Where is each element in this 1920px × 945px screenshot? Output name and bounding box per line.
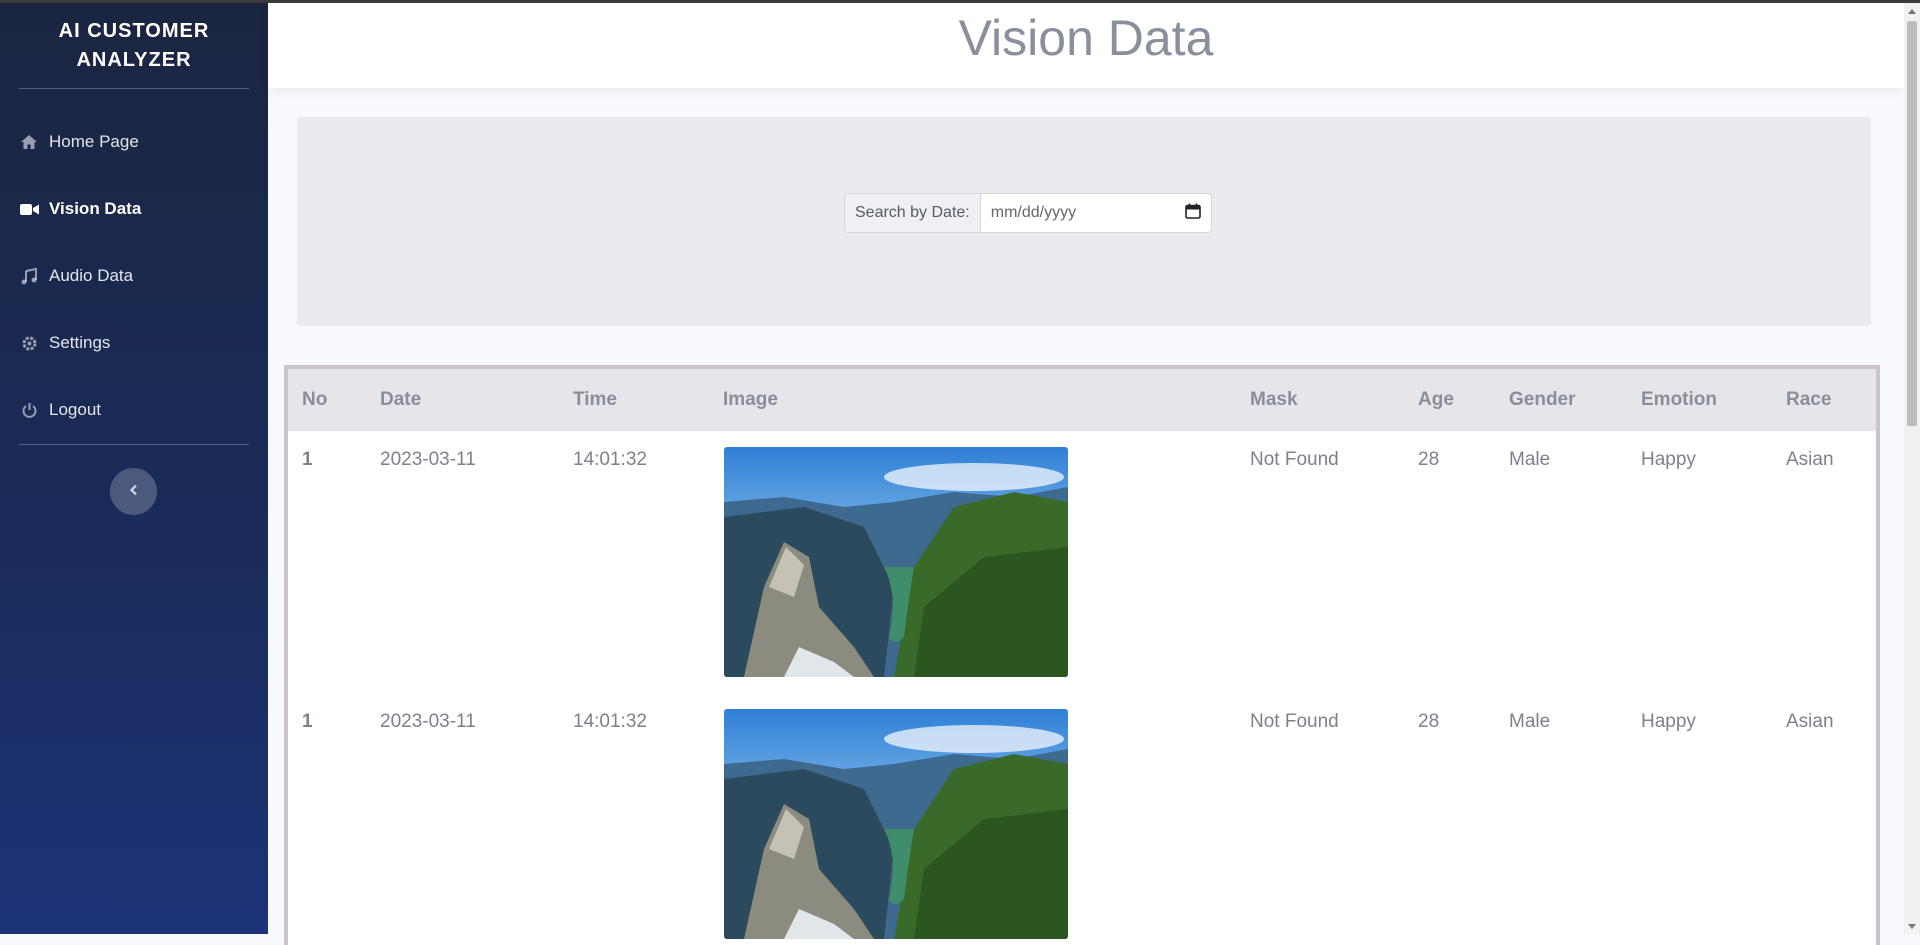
- sidebar-item-label: Audio Data: [49, 266, 134, 285]
- gear-icon: [19, 333, 39, 353]
- sidebar-toggle-button[interactable]: [110, 468, 157, 515]
- cell-race: Asian: [1786, 449, 1834, 470]
- scroll-up-arrow-icon[interactable]: [1904, 3, 1920, 19]
- search-by-date-label: Search by Date:: [845, 194, 981, 232]
- cell-emotion: Happy: [1641, 449, 1696, 470]
- cell-race: Asian: [1786, 711, 1834, 732]
- date-input[interactable]: mm/dd/yyyy: [981, 194, 1211, 232]
- app-brand[interactable]: AI CUSTOMER ANALYZER: [0, 17, 268, 75]
- mountain-fjord-photo[interactable]: [724, 709, 1068, 939]
- table-header-row: No Date Time Image Mask Age Gender Emoti…: [288, 369, 1876, 431]
- date-search-group: Search by Date: mm/dd/yyyy: [844, 193, 1212, 233]
- brand-line-2: ANALYZER: [76, 49, 192, 71]
- cell-emotion: Happy: [1641, 711, 1696, 732]
- cell-gender: Male: [1509, 711, 1551, 732]
- home-icon: [19, 132, 39, 152]
- music-note-icon: [19, 266, 39, 286]
- chevron-left-icon: [129, 483, 139, 501]
- column-header-image: Image: [723, 389, 778, 410]
- mountain-fjord-photo[interactable]: [724, 447, 1068, 677]
- cell-age: 28: [1418, 449, 1440, 470]
- sidebar-item-label: Settings: [49, 333, 111, 352]
- sidebar-divider: [19, 444, 249, 445]
- cell-date: 2023-03-11: [380, 711, 476, 732]
- cell-time: 14:01:32: [573, 449, 647, 470]
- sidebar-divider: [19, 88, 249, 89]
- sidebar-item-audio-data[interactable]: Audio Data: [19, 256, 249, 296]
- calendar-icon[interactable]: [1184, 203, 1201, 224]
- column-header-age: Age: [1418, 389, 1454, 410]
- cell-time: 14:01:32: [573, 711, 647, 732]
- cell-no: 1: [302, 449, 313, 470]
- date-placeholder: mm/dd/yyyy: [990, 204, 1077, 221]
- cell-gender: Male: [1509, 449, 1551, 470]
- column-header-date: Date: [380, 389, 422, 410]
- sidebar-item-label: Vision Data: [49, 199, 142, 218]
- scroll-down-arrow-icon[interactable]: [1904, 918, 1920, 934]
- sidebar-item-settings[interactable]: Settings: [19, 323, 249, 363]
- sidebar-item-label: Home Page: [49, 132, 139, 151]
- search-panel: Search by Date: mm/dd/yyyy: [297, 117, 1871, 326]
- vision-data-table: No Date Time Image Mask Age Gender Emoti…: [284, 365, 1880, 945]
- vertical-scrollbar[interactable]: [1904, 3, 1920, 934]
- column-header-no: No: [302, 389, 328, 410]
- cell-date: 2023-03-11: [380, 449, 476, 470]
- sidebar: AI CUSTOMER ANALYZER Home Page Vision Da…: [0, 3, 268, 934]
- column-header-emotion: Emotion: [1641, 389, 1717, 410]
- sidebar-item-logout[interactable]: Logout: [19, 390, 249, 430]
- video-camera-icon: [19, 199, 39, 219]
- power-icon: [19, 400, 39, 420]
- cell-age: 28: [1418, 711, 1440, 732]
- cell-mask: Not Found: [1250, 449, 1339, 470]
- page-title: Vision Data: [958, 10, 1214, 66]
- cell-mask: Not Found: [1250, 711, 1339, 732]
- column-header-gender: Gender: [1509, 389, 1576, 410]
- top-bar: Vision Data: [268, 3, 1904, 88]
- cell-no: 1: [302, 711, 313, 732]
- column-header-race: Race: [1786, 389, 1832, 410]
- column-header-mask: Mask: [1250, 389, 1298, 410]
- sidebar-item-vision-data[interactable]: Vision Data: [19, 189, 249, 229]
- brand-line-1: AI CUSTOMER: [58, 20, 210, 42]
- sidebar-item-home[interactable]: Home Page: [19, 122, 249, 162]
- scrollbar-thumb[interactable]: [1907, 21, 1917, 426]
- column-header-time: Time: [573, 389, 618, 410]
- sidebar-item-label: Logout: [49, 400, 101, 419]
